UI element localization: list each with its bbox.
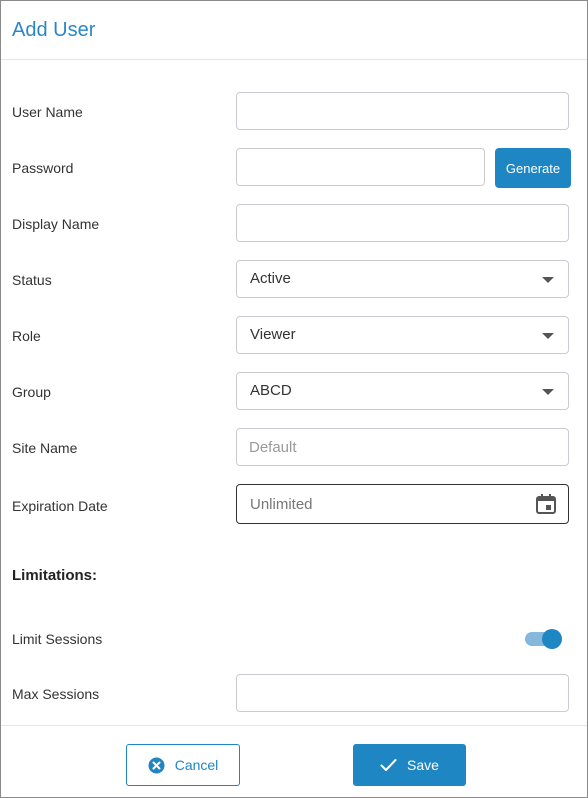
group-select[interactable]: ABCD — [236, 372, 569, 410]
close-circle-icon — [148, 757, 165, 774]
group-value: ABCD — [250, 382, 292, 399]
role-select[interactable]: Viewer — [236, 316, 569, 354]
expiration-date-value: Unlimited — [250, 496, 313, 513]
generate-password-button[interactable]: Generate — [495, 148, 571, 188]
chevron-down-icon — [542, 389, 554, 395]
cancel-label: Cancel — [174, 757, 219, 773]
add-user-dialog: Add User User Name Password Generate Dis… — [0, 0, 588, 798]
role-label: Role — [12, 328, 41, 344]
chevron-down-icon — [542, 277, 554, 283]
cancel-button[interactable]: Cancel — [126, 744, 240, 786]
chevron-down-icon — [542, 333, 554, 339]
check-icon — [380, 758, 397, 772]
password-label: Password — [12, 160, 74, 176]
status-label: Status — [12, 272, 52, 288]
calendar-icon[interactable] — [535, 493, 557, 520]
display-name-input[interactable] — [236, 204, 569, 242]
toggle-knob — [542, 629, 562, 649]
dialog-title: Add User — [12, 19, 96, 41]
dialog-footer: Cancel Save — [1, 725, 587, 798]
max-sessions-input[interactable] — [236, 674, 569, 712]
limit-sessions-toggle[interactable] — [524, 628, 564, 650]
display-name-label: Display Name — [12, 216, 100, 232]
expiration-date-label: Expiration Date — [12, 498, 108, 514]
status-select[interactable]: Active — [236, 260, 569, 298]
expiration-date-input[interactable]: Unlimited — [236, 484, 569, 524]
site-name-input[interactable] — [236, 428, 569, 466]
group-label: Group — [12, 384, 51, 400]
site-name-label: Site Name — [12, 440, 78, 456]
limit-sessions-label: Limit Sessions — [12, 631, 103, 647]
status-value: Active — [250, 270, 291, 287]
password-input[interactable] — [236, 148, 485, 186]
max-sessions-label: Max Sessions — [12, 686, 100, 702]
save-button[interactable]: Save — [353, 744, 466, 786]
limitations-heading: Limitations: — [12, 567, 97, 584]
dialog-header: Add User — [1, 1, 587, 60]
user-name-input[interactable] — [236, 92, 569, 130]
role-value: Viewer — [250, 326, 296, 343]
user-name-label: User Name — [12, 104, 83, 120]
save-label: Save — [407, 757, 439, 773]
